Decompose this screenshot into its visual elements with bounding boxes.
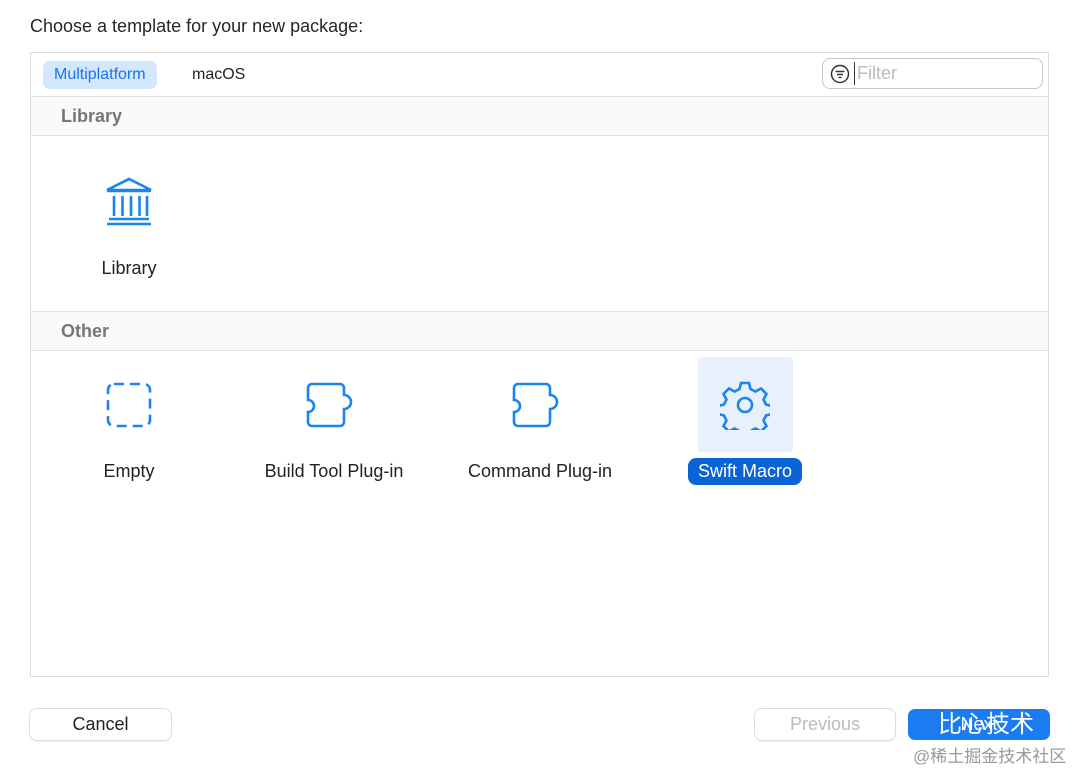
library-grid: Library [31, 136, 1048, 311]
building-columns-icon [82, 154, 177, 249]
template-command-plugin[interactable]: Command Plug-in [445, 357, 635, 485]
filter-icon [830, 64, 850, 83]
template-build-tool-plugin[interactable]: Build Tool Plug-in [239, 357, 429, 485]
platform-tabs: Multiplatform macOS [31, 53, 1048, 97]
watermark-site: @稀土掘金技术社区 [913, 747, 1067, 766]
section-header-library: Library [31, 97, 1048, 136]
template-panel: Multiplatform macOS Library Library Othe… [30, 52, 1049, 677]
filter-input[interactable] [854, 62, 1039, 85]
gear-icon [697, 357, 793, 452]
other-grid: Empty Build Tool Plug-in Command Plug-in… [31, 351, 1048, 681]
filter-field[interactable] [822, 58, 1043, 89]
cancel-button[interactable]: Cancel [30, 709, 171, 740]
template-label: Command Plug-in [467, 461, 613, 481]
watermark-account: 比心技术 [938, 711, 1034, 738]
template-label: Swift Macro [687, 458, 803, 485]
dashed-square-icon [82, 357, 177, 452]
template-label: Library [101, 258, 157, 278]
template-label: Empty [103, 461, 155, 481]
section-header-other: Other [31, 311, 1048, 351]
previous-button[interactable]: Previous [755, 709, 895, 740]
dialog-title: Choose a template for your new package: [30, 16, 364, 36]
template-swift-macro[interactable]: Swift Macro [650, 357, 840, 485]
puzzle-piece-icon [493, 357, 588, 452]
template-label: Build Tool Plug-in [264, 461, 404, 481]
template-empty[interactable]: Empty [34, 357, 224, 485]
tab-multiplatform[interactable]: Multiplatform [43, 61, 157, 89]
puzzle-piece-icon [287, 357, 382, 452]
tab-macos[interactable]: macOS [181, 61, 256, 89]
template-library[interactable]: Library [34, 154, 224, 282]
